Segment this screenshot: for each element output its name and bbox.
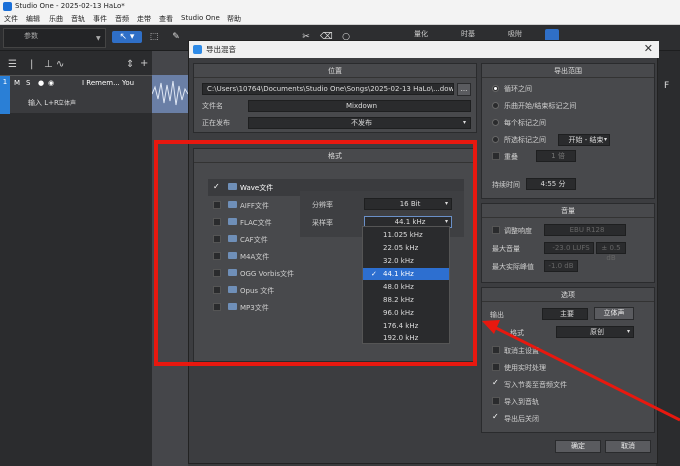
- annotation-arrow: [482, 320, 680, 422]
